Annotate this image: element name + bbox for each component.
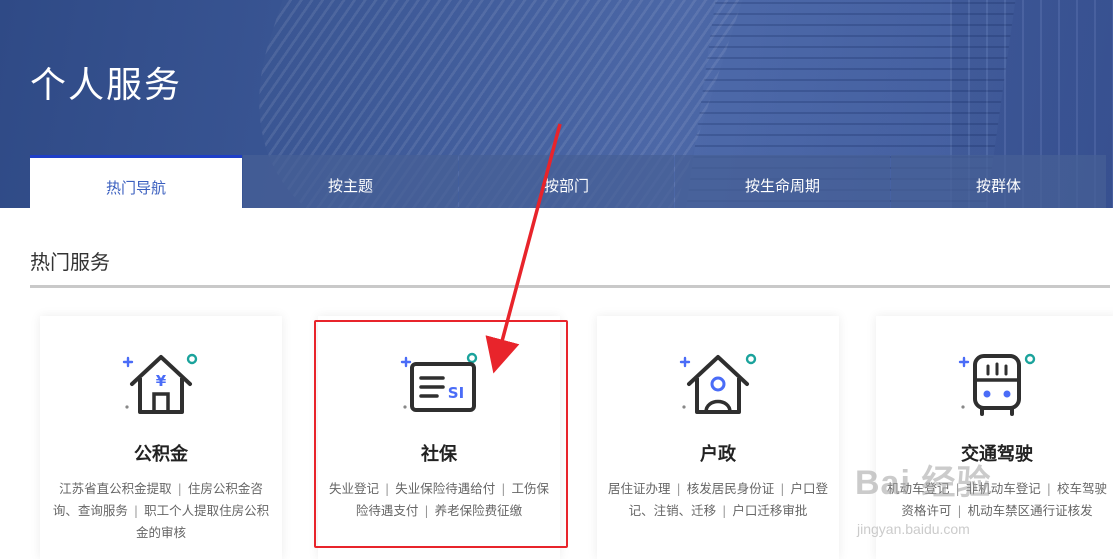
watermark: Bai 经验 jingyan.baidu.com xyxy=(855,455,1113,559)
watermark-url: jingyan.baidu.com xyxy=(857,521,970,537)
watermark-logo: Bai 经验 xyxy=(855,464,992,502)
